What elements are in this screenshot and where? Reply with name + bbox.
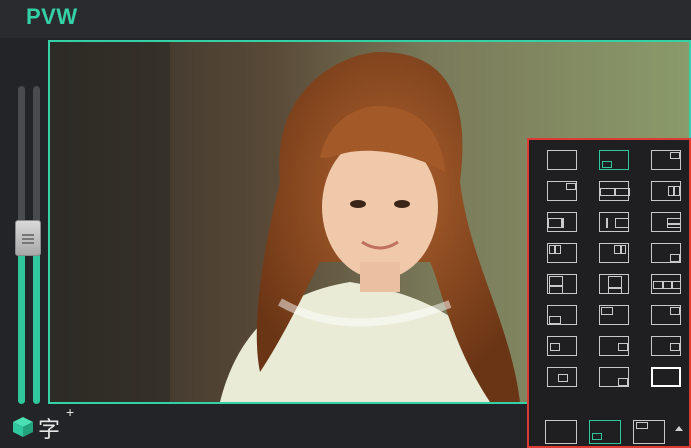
quick-layout-pip-bottom-left-button[interactable] xyxy=(589,420,621,444)
quick-layout-full-button[interactable] xyxy=(545,420,577,444)
layout-inset-shape xyxy=(653,281,681,289)
layout-inset-shape xyxy=(549,285,563,287)
layout-pip-bottom-right-button[interactable] xyxy=(651,243,681,263)
bottom-toolbar: 字 + xyxy=(0,404,527,448)
quick-layout-pip-top-left-button[interactable] xyxy=(633,420,665,444)
audio-meter-left-fill xyxy=(18,251,25,404)
layout-inset-shape xyxy=(566,183,576,190)
layout-blank-button[interactable] xyxy=(651,367,681,387)
layout-inset-shape xyxy=(670,343,680,351)
layout-quad-right-button[interactable] xyxy=(651,212,681,232)
layout-inset-shape xyxy=(554,245,556,254)
layout-pip-top-left-button[interactable] xyxy=(651,150,681,170)
layout-pip-top-right-button[interactable] xyxy=(547,181,577,201)
layout-inset-shape xyxy=(667,223,681,225)
layout-inset-right-2-button[interactable] xyxy=(651,336,681,356)
layout-inset-shape xyxy=(602,161,612,168)
layout-inset-shape xyxy=(636,422,648,429)
layout-inset-center-right-button[interactable] xyxy=(547,367,577,387)
panel-title: PVW xyxy=(26,4,78,29)
3d-cube-icon[interactable] xyxy=(12,416,34,438)
layout-inset-shape xyxy=(615,218,629,228)
layout-inset-shape xyxy=(548,218,562,228)
title-bar: PVW xyxy=(0,0,691,38)
layout-inset-shape xyxy=(670,307,680,315)
layout-inset-shape xyxy=(614,188,616,196)
layout-inset-shape xyxy=(606,218,608,228)
layout-inset-shape xyxy=(562,218,564,228)
layout-pip-bottom-left-2-button[interactable] xyxy=(547,305,577,325)
layout-inset-shape xyxy=(592,433,602,440)
layout-inset-shape xyxy=(550,343,560,351)
layout-full-button[interactable] xyxy=(547,150,577,170)
layout-inset-shape xyxy=(618,378,628,386)
layout-pip-top-right-2-button[interactable] xyxy=(651,305,681,325)
layout-inset-shape xyxy=(549,316,561,324)
layout-inset-shape xyxy=(601,307,613,315)
layout-split-right-large-button[interactable] xyxy=(599,212,629,232)
layout-inset-shape xyxy=(620,245,622,254)
layout-inset-left-button[interactable] xyxy=(547,336,577,356)
audio-meter-right-fill xyxy=(33,245,40,404)
layout-inset-shape xyxy=(671,281,673,289)
layout-inset-shape xyxy=(618,343,628,351)
layout-split-left-large-button[interactable] xyxy=(547,212,577,232)
layout-center-column-button[interactable] xyxy=(599,274,629,294)
layout-inset-right-button[interactable] xyxy=(599,336,629,356)
layout-inset-shape xyxy=(662,281,664,289)
volume-fader-handle[interactable] xyxy=(15,220,41,256)
layout-pip-bottom-left-button[interactable] xyxy=(599,150,629,170)
expand-caret-icon[interactable] xyxy=(675,426,683,431)
layout-triple-button[interactable] xyxy=(651,274,681,294)
layout-inset-shape xyxy=(608,287,622,289)
text-tool-plus: + xyxy=(66,404,75,420)
layout-inset-shape xyxy=(608,276,622,294)
layout-split-2-button[interactable] xyxy=(599,181,630,201)
layout-inset-shape xyxy=(673,186,675,196)
layout-inset-shape xyxy=(670,254,680,262)
layout-pip-topright-offset-button[interactable] xyxy=(599,243,629,263)
layout-left-column-button[interactable] xyxy=(547,274,577,294)
layout-split-2-small-button[interactable] xyxy=(651,181,681,201)
layout-inset-shape xyxy=(670,152,680,159)
layout-selector-panel xyxy=(527,138,691,448)
layout-pip-top-left-2-button[interactable] xyxy=(599,305,629,325)
layout-pip-bottom-right-2-button[interactable] xyxy=(599,367,629,387)
audio-sidebar xyxy=(0,38,48,435)
layout-pip-topleft-offset-button[interactable] xyxy=(547,243,577,263)
text-tool-icon[interactable]: 字 xyxy=(38,412,60,444)
layout-inset-shape xyxy=(558,374,568,382)
